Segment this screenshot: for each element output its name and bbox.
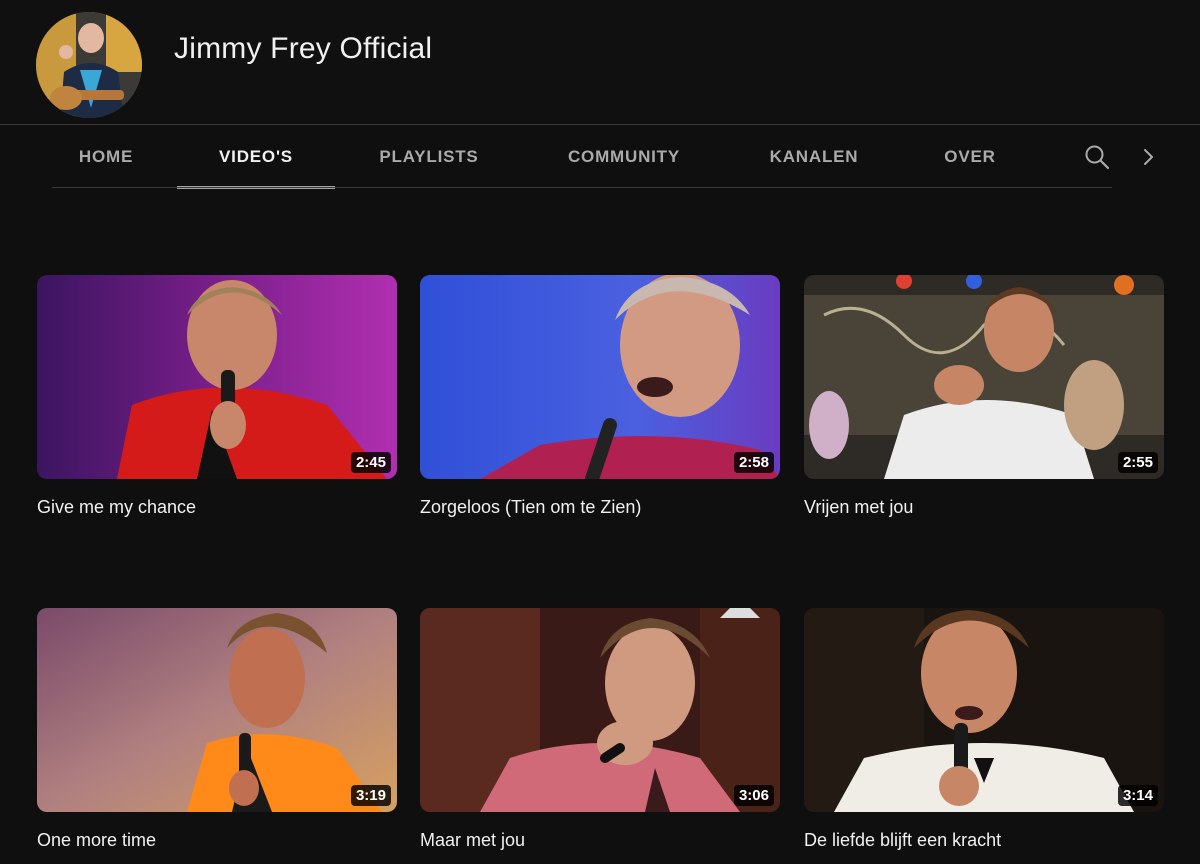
video-duration: 2:45 <box>350 452 391 473</box>
tab-home[interactable]: HOME <box>62 125 150 189</box>
video-thumbnail[interactable]: 2:58 <box>420 275 780 479</box>
video-card[interactable]: 3:06 Maar met jou <box>420 608 780 851</box>
video-duration: 3:06 <box>733 785 774 806</box>
video-card[interactable]: 2:45 Give me my chance <box>37 275 397 518</box>
video-card[interactable]: 3:19 One more time <box>37 608 397 851</box>
video-duration: 3:14 <box>1117 785 1158 806</box>
tab-videos[interactable]: VIDEO'S <box>177 125 335 189</box>
video-title[interactable]: Give me my chance <box>37 497 397 518</box>
channel-header: Jimmy Frey Official <box>0 0 1200 125</box>
video-duration: 2:58 <box>733 452 774 473</box>
video-card[interactable]: 3:14 De liefde blijft een kracht <box>804 608 1164 851</box>
video-thumbnail[interactable]: 2:45 <box>37 275 397 479</box>
tab-kanalen[interactable]: KANALEN <box>752 125 876 189</box>
video-title[interactable]: One more time <box>37 830 397 851</box>
video-duration: 3:19 <box>350 785 391 806</box>
channel-avatar[interactable] <box>36 12 142 118</box>
channel-tabs: HOME VIDEO'S PLAYLISTS COMMUNITY KANALEN… <box>0 125 1200 189</box>
chevron-right-icon[interactable] <box>1128 125 1168 189</box>
video-title[interactable]: De liefde blijft een kracht <box>804 830 1164 851</box>
search-icon[interactable] <box>1077 125 1117 189</box>
channel-name: Jimmy Frey Official <box>174 32 433 65</box>
video-thumbnail[interactable]: 3:14 <box>804 608 1164 812</box>
tab-playlists[interactable]: PLAYLISTS <box>360 125 498 189</box>
video-thumbnail[interactable]: 2:55 <box>804 275 1164 479</box>
video-title[interactable]: Zorgeloos (Tien om te Zien) <box>420 497 780 518</box>
video-duration: 2:55 <box>1117 452 1158 473</box>
video-title[interactable]: Vrijen met jou <box>804 497 1164 518</box>
tab-over[interactable]: OVER <box>925 125 1015 189</box>
video-card[interactable]: 2:58 Zorgeloos (Tien om te Zien) <box>420 275 780 518</box>
video-card[interactable]: 2:55 Vrijen met jou <box>804 275 1164 518</box>
video-thumbnail[interactable]: 3:06 <box>420 608 780 812</box>
tabs-divider <box>52 187 1112 188</box>
tab-community[interactable]: COMMUNITY <box>548 125 700 189</box>
video-title[interactable]: Maar met jou <box>420 830 780 851</box>
video-thumbnail[interactable]: 3:19 <box>37 608 397 812</box>
